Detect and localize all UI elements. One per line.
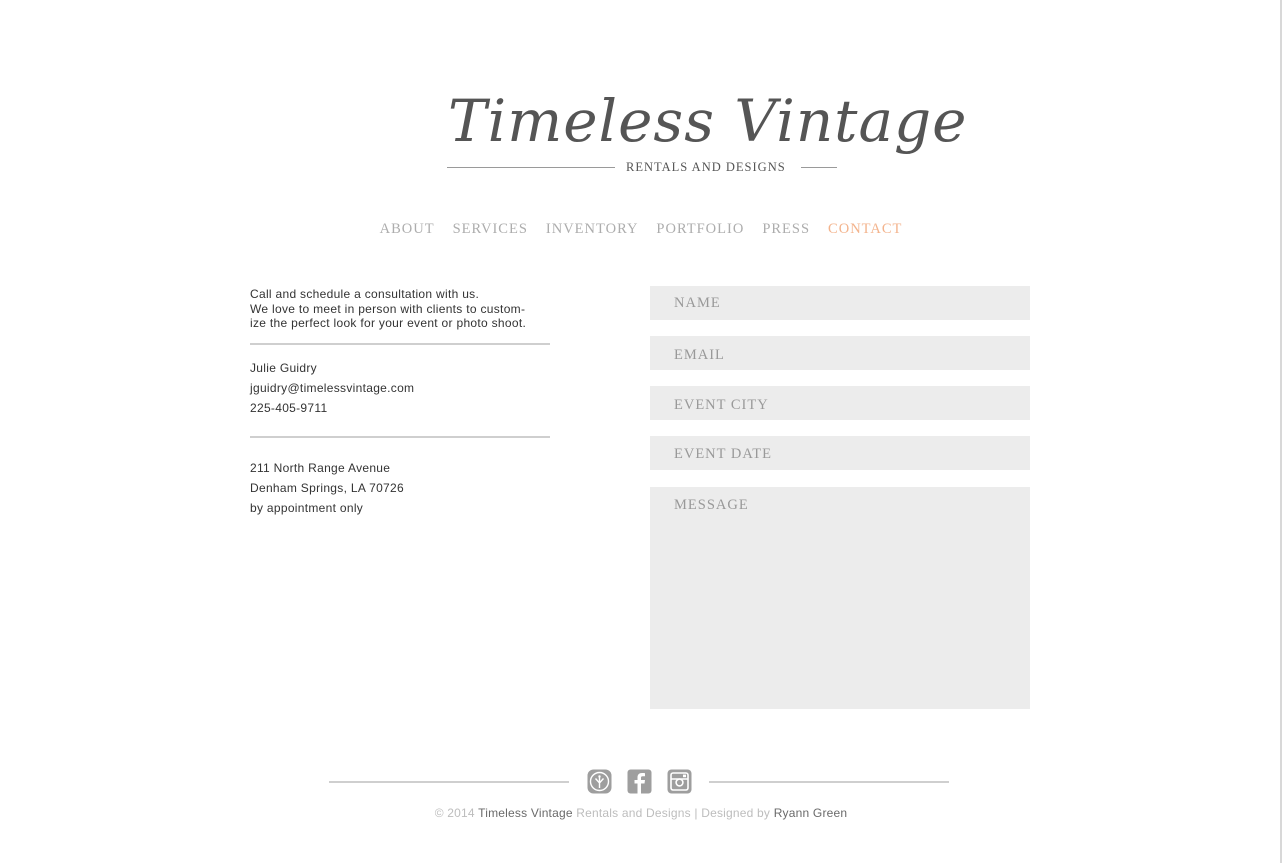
footer-copyright: © 2014 [434,806,475,820]
main-nav: ABOUT SERVICES INVENTORY PORTFOLIO PRESS… [0,220,1282,238]
nav-contact[interactable]: CONTACT [828,220,902,238]
site-logo[interactable]: Timeless Vintage RENTALS AND DESIGNS [440,92,967,182]
contact-name: Julie Guidry [250,361,317,375]
event-date-input[interactable] [650,436,1030,470]
address-city: Denham Springs, LA 70726 [250,481,404,495]
contact-intro: Call and schedule a consultation with us… [250,287,550,331]
intro-line: Call and schedule a consultation with us… [250,287,480,301]
divider [250,343,550,345]
nav-portfolio[interactable]: PORTFOLIO [656,220,744,238]
nav-services[interactable]: SERVICES [453,220,528,238]
nav-about[interactable]: ABOUT [380,220,435,238]
weddingwire-icon [587,769,612,794]
logo-subtitle: RENTALS AND DESIGNS [626,160,786,174]
event-city-input[interactable] [650,386,1030,420]
intro-line: ize the perfect look for your event or p… [250,316,527,330]
message-textarea[interactable] [650,487,1030,709]
footer-brand-suffix: Rentals and Designs [576,806,691,820]
contact-phone: 225-405-9711 [250,401,328,415]
nav-inventory[interactable]: INVENTORY [546,220,639,238]
name-input[interactable] [650,286,1030,320]
contact-email-link[interactable]: jguidry@timelessvintage.com [250,378,414,398]
address-street: 211 North Range Avenue [250,461,391,475]
instagram-link[interactable] [667,769,692,794]
nav-press[interactable]: PRESS [762,220,810,238]
footer-designed-by: Designed by [701,806,771,820]
facebook-link[interactable] [627,769,652,794]
footer-separator: | [694,806,698,820]
email-input[interactable] [650,336,1030,370]
address-note: by appointment only [250,501,364,515]
footer-credits: © 2014 Timeless Vintage Rentals and Desi… [0,806,1282,820]
facebook-icon [627,769,652,794]
footer-rule-right [709,781,949,783]
instagram-icon [667,769,692,794]
logo-script-text: Timeless Vintage [448,87,968,155]
weddingwire-link[interactable] [587,769,612,794]
intro-line: We love to meet in person with clients t… [250,301,526,316]
footer-designer-link[interactable]: Ryann Green [774,806,848,820]
divider [250,436,550,438]
logo-rule-right [801,167,837,168]
address-details: 211 North Range Avenue Denham Springs, L… [250,458,404,518]
footer-brand-link[interactable]: Timeless Vintage [478,806,573,820]
contact-details: Julie Guidry jguidry@timelessvintage.com… [250,358,414,418]
logo-rule-left [447,167,615,168]
footer-rule-left [329,781,569,783]
